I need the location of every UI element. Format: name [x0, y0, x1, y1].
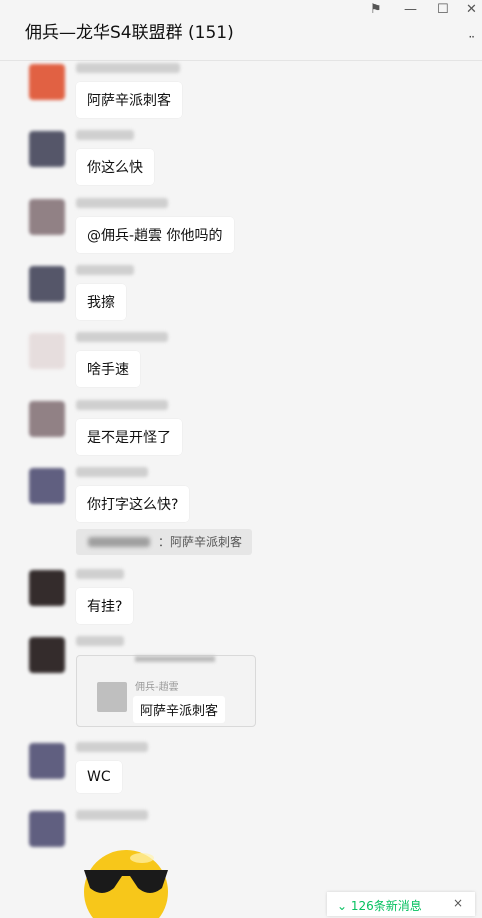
sender-name	[76, 198, 168, 208]
quoted-text: ：阿萨辛派刺客	[158, 535, 243, 549]
sender-name	[76, 810, 148, 820]
message-bubble[interactable]: WC	[76, 761, 122, 793]
avatar[interactable]	[29, 266, 65, 302]
message-bubble[interactable]: 啥手速	[76, 351, 140, 387]
avatar[interactable]	[29, 131, 65, 167]
avatar[interactable]	[29, 570, 65, 606]
chevron-down-icon: ⌄	[337, 899, 348, 913]
avatar[interactable]	[29, 401, 65, 437]
avatar[interactable]	[29, 468, 65, 504]
title-bar: 佣兵—龙华S4联盟群 (151) ⚑ — ☐ ✕ ··	[0, 0, 482, 61]
message-bubble[interactable]: 我擦	[76, 284, 126, 320]
sender-name	[76, 636, 124, 646]
sender-name	[76, 467, 148, 477]
message-bubble[interactable]: @佣兵-趙雲 你他吗的	[76, 217, 234, 253]
sender-name	[76, 63, 180, 73]
quoted-sender-name	[88, 537, 150, 547]
avatar[interactable]	[29, 64, 65, 100]
avatar[interactable]	[29, 811, 65, 847]
minimize-icon[interactable]: —	[404, 2, 417, 17]
sender-name	[76, 569, 124, 579]
avatar[interactable]	[29, 333, 65, 369]
maximize-icon[interactable]: ☐	[437, 2, 449, 17]
sender-name	[76, 130, 134, 140]
quoted-message[interactable]: ：阿萨辛派刺客	[76, 529, 253, 555]
quoted-card[interactable]: 佣兵-趙雲 阿萨辛派刺客	[76, 655, 256, 727]
card-name: 佣兵-趙雲	[135, 682, 179, 693]
close-icon[interactable]: ✕	[466, 2, 477, 17]
card-header-text	[135, 656, 215, 662]
message-bubble[interactable]: 有挂?	[76, 588, 134, 624]
new-messages-banner[interactable]: ⌄ 126条新消息 ×	[327, 892, 475, 916]
sender-name	[76, 332, 168, 342]
sender-name	[76, 742, 148, 752]
message-bubble[interactable]: 你打字这么快?	[76, 486, 190, 522]
card-message: 阿萨辛派刺客	[133, 696, 226, 723]
pin-icon[interactable]: ⚑	[370, 2, 382, 17]
cool-sunglasses-emoji[interactable]	[82, 848, 174, 918]
avatar[interactable]	[29, 637, 65, 673]
avatar[interactable]	[29, 199, 65, 235]
avatar[interactable]	[29, 743, 65, 779]
sender-name	[76, 265, 134, 275]
message-bubble[interactable]: 你这么快	[76, 149, 154, 185]
chat-title: 佣兵—龙华S4联盟群 (151)	[25, 23, 234, 43]
card-avatar	[97, 682, 127, 712]
close-banner-button[interactable]: ×	[453, 896, 463, 910]
sender-name	[76, 400, 168, 410]
new-messages-label[interactable]: ⌄ 126条新消息	[337, 897, 422, 914]
more-icon[interactable]: ··	[468, 30, 475, 44]
message-bubble[interactable]: 阿萨辛派刺客	[76, 82, 182, 118]
message-bubble[interactable]: 是不是开怪了	[76, 419, 182, 455]
